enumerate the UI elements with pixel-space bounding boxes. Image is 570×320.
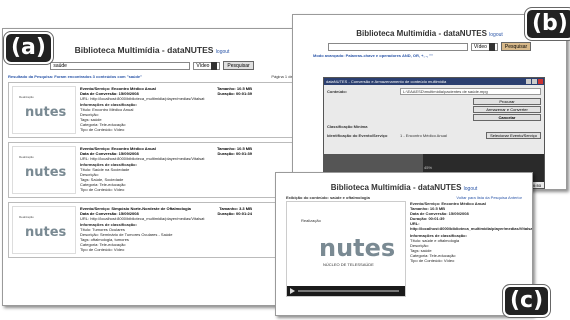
nutes-logo: nutes (25, 225, 67, 240)
content-type-select[interactable]: Vídeo (470, 42, 498, 51)
back-link[interactable]: Voltar para lista da Pesquisa Anterior (456, 195, 522, 200)
label-b: (b) (524, 7, 570, 41)
search-button[interactable]: Pesquisar (223, 61, 254, 70)
content-label: Conteúdo: (327, 89, 347, 94)
duration-field: Duração: 00:01:39 (217, 91, 252, 96)
panel-c-player: Biblioteca Multimídia - dataNUTES logout… (275, 172, 533, 316)
minimize-icon[interactable] (526, 79, 531, 84)
type-field: Tipo de Conteúdo: Vídeo (80, 247, 125, 252)
search-hint: Modo avançado: Palavras-chave e operador… (313, 53, 434, 58)
event-value: 1 - Encontro Médico Anual (400, 133, 447, 138)
duration-field: Duração: 00:01:39 (217, 151, 252, 156)
content-path-field[interactable]: L:\EAAESD\multimídia\pacientes de saúde.… (400, 88, 541, 95)
select-value: Vídeo (196, 62, 210, 69)
results-header: Resultado da Pesquisa: Foram encontrados… (3, 74, 301, 79)
result-card[interactable]: Realização nutes Evento/Serviço: Encontr… (8, 142, 296, 198)
cancel-button[interactable]: Cancelar (473, 114, 541, 121)
results-list: Realização nutes Evento/Serviço: Encontr… (3, 82, 301, 258)
metadata-list: Evento/Serviço: Encontro Médico Anual Tam… (410, 201, 533, 231)
result-thumbnail[interactable]: Realização nutes (12, 146, 76, 194)
close-icon[interactable] (538, 79, 543, 84)
title-text: Biblioteca Multimídia - dataNUTES (74, 45, 214, 55)
url-field[interactable]: URL: http://localhost:8000/biblioteca_mu… (80, 156, 292, 161)
store-convert-button[interactable]: Armazenar e Converter (473, 106, 541, 113)
dialog-buttons: Procurar Armazenar e Converter Cancelar (324, 98, 544, 121)
player-controls[interactable] (287, 286, 405, 296)
title-text: Biblioteca Multimídia - dataNUTES (330, 183, 462, 192)
url-field[interactable]: URL: http://localhost:8000/biblioteca_mu… (80, 216, 292, 221)
thumb-label: Realização (19, 95, 34, 99)
browse-button[interactable]: Procurar (473, 98, 541, 105)
nutes-logo: nutes (25, 165, 67, 180)
label-c: (c) (501, 284, 552, 318)
video-logo: nutes (319, 234, 396, 262)
select-value: Vídeo (473, 43, 487, 50)
label-a: (a) (3, 31, 54, 65)
content-type-select[interactable]: Vídeo (193, 61, 221, 70)
progress-label: 45% (424, 165, 433, 170)
thumb-label: Realização (19, 215, 34, 219)
video-player[interactable]: Realização nutes NÚCLEO DE TELESSAÚDE (286, 201, 406, 297)
window-controls (525, 78, 544, 85)
classification-fields: Título: saúde e oftalmologia Descrição: Ta… (410, 238, 528, 263)
thumb-label: Realização (19, 155, 34, 159)
result-metadata: Evento/Serviço: Simpósio Norte-Nordeste … (80, 206, 292, 254)
logout-link[interactable]: logout (216, 49, 230, 55)
result-metadata: Evento/Serviço: Encontro Médico Anual Tam… (80, 86, 292, 134)
url-field[interactable]: URL: http://localhost:8000/biblioteca_mu… (80, 96, 292, 101)
result-metadata: Evento/Serviço: Encontro Médico Anual Tam… (80, 146, 292, 194)
search-input[interactable] (50, 61, 191, 70)
result-thumbnail[interactable]: Realização nutes (12, 206, 76, 254)
play-icon[interactable] (290, 288, 295, 294)
nutes-logo: nutes (25, 105, 67, 120)
dialog-title: dataNUTES - Conversão e Armazenamento de… (326, 79, 447, 84)
logout-link[interactable]: logout (464, 186, 478, 192)
content-metadata: Evento/Serviço: Encontro Médico Anual Tam… (410, 201, 533, 263)
panel-a-search-results: Biblioteca Multimídia - dataNUTES logout… (2, 28, 302, 306)
panel-b-conversion: Biblioteca Multimídia - dataNUTES logout… (292, 14, 567, 190)
page-title: Biblioteca Multimídia - dataNUTES logout (276, 183, 532, 192)
type-field: Tipo de Conteúdo: Vídeo (80, 187, 125, 192)
logout-link[interactable]: logout (489, 32, 503, 38)
search-input[interactable] (327, 42, 468, 51)
result-card[interactable]: Realização nutes Evento/Serviço: Simpósi… (8, 202, 296, 258)
event-row: Identificação do Evento/Serviço 1 - Enco… (324, 132, 544, 139)
event-label: Identificação do Evento/Serviço (327, 133, 388, 138)
dialog-titlebar: dataNUTES - Conversão e Armazenamento de… (324, 78, 544, 85)
select-event-button[interactable]: Selecionar Evento/Serviço (486, 132, 541, 139)
metadata-line: URL: http://localhost:8000/biblioteca_mu… (410, 221, 533, 231)
chevron-down-icon (211, 61, 218, 70)
maximize-icon[interactable] (532, 79, 537, 84)
classification-line: Tipo de Conteúdo: Vídeo (410, 258, 455, 263)
video-logo-sub: NÚCLEO DE TELESSAÚDE (323, 262, 374, 267)
video-label: Realização (301, 218, 321, 223)
content-row: Conteúdo: L:\EAAESD\multimídia\pacientes… (324, 85, 544, 98)
content-subtitle: Exibição do conteúdo: saúde e oftalmolog… (286, 195, 370, 200)
search-bar: Vídeo Pesquisar (293, 42, 566, 51)
chevron-down-icon (488, 42, 495, 51)
title-text: Biblioteca Multimídia - dataNUTES (356, 29, 487, 38)
duration-field: Duração: 00:01:24 (217, 211, 252, 216)
type-field: Tipo de Conteúdo: Vídeo (80, 127, 125, 132)
results-summary: Resultado da Pesquisa: Foram encontrados… (8, 74, 143, 79)
search-button[interactable]: Pesquisar (500, 42, 532, 51)
result-card[interactable]: Realização nutes Evento/Serviço: Encontr… (8, 82, 296, 138)
seek-bar[interactable] (298, 290, 399, 292)
classification-label: Classificação Mínima (327, 124, 368, 129)
result-thumbnail[interactable]: Realização nutes (12, 86, 76, 134)
